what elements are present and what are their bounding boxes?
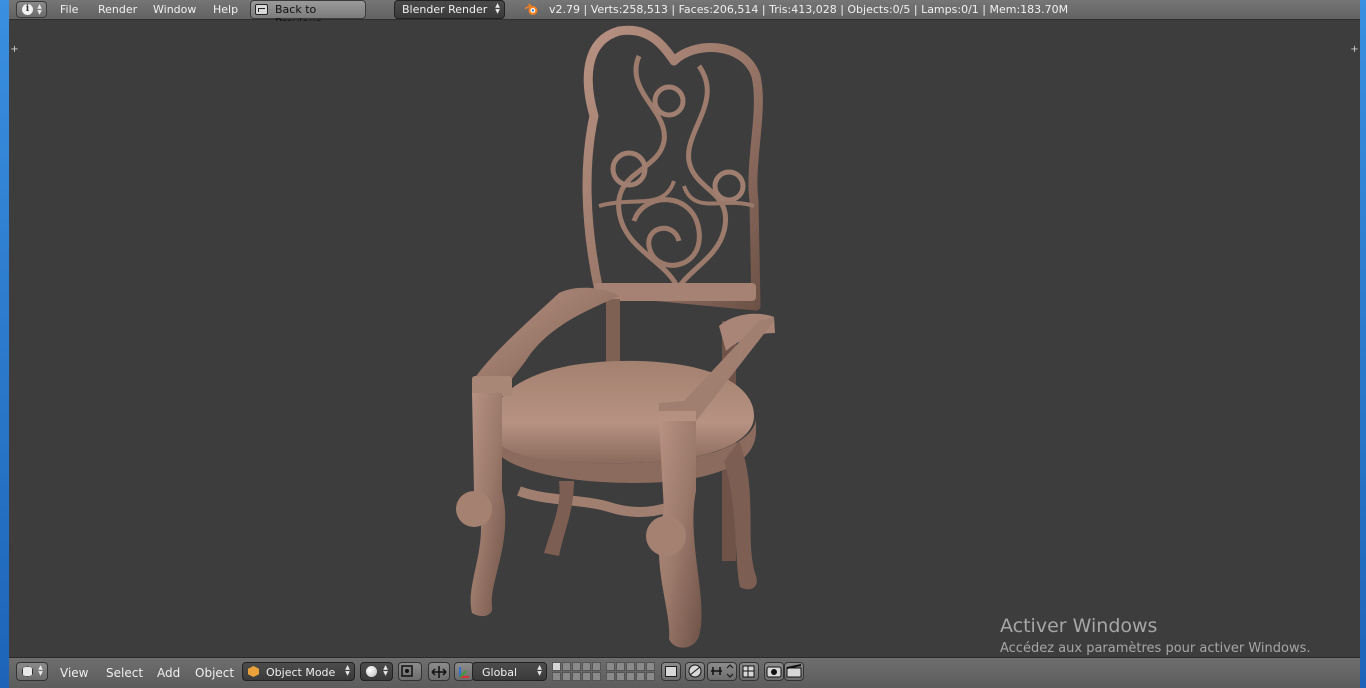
pivot-point-icon (401, 665, 413, 677)
menu-help[interactable]: Help (213, 3, 238, 16)
snap-target-icon (742, 665, 755, 678)
dropdown-arrows-icon: ▲ ▼ (495, 2, 500, 15)
proportional-edit-button[interactable] (685, 662, 705, 681)
transform-orientation-icon (459, 667, 469, 678)
menu-window[interactable]: Window (153, 3, 196, 16)
opengl-render-button[interactable] (764, 662, 784, 681)
interaction-mode-label: Object Mode (266, 666, 336, 679)
transform-orientation-button[interactable] (454, 662, 474, 681)
proportional-edit-icon (688, 664, 702, 678)
snap-select[interactable] (707, 662, 737, 681)
layer-grid-icon[interactable] (552, 662, 601, 681)
3d-viewport[interactable]: + + Activer Windows Accédez aux paramètr… (9, 21, 1360, 657)
info-header: i ▲▼ File Render Window Help Back to Pre… (9, 0, 1360, 29)
pivot-point-select[interactable] (398, 662, 422, 681)
dropdown-arrows-icon: ▲ ▼ (345, 664, 350, 677)
snap-target-button[interactable] (739, 662, 759, 681)
editor-type-button[interactable]: i ▲ ▼ (16, 1, 47, 18)
blender-window: i ▲▼ File Render Window Help Back to Pre… (9, 0, 1360, 688)
transform-orientation-select[interactable]: Global ▲ ▼ (472, 662, 547, 681)
back-icon (255, 4, 268, 15)
layer-grid-icon[interactable] (606, 662, 655, 681)
desktop-background-left (0, 0, 9, 688)
menu-file[interactable]: File (60, 3, 78, 16)
interaction-mode-select[interactable]: Object Mode ▲ ▼ (242, 662, 355, 681)
scene-statistics: v2.79 | Verts:258,513 | Faces:206,514 | … (549, 3, 1069, 16)
activation-watermark-title: Activer Windows (1000, 615, 1158, 637)
desktop-background-right (1360, 0, 1366, 688)
properties-toggle-icon[interactable]: + (1350, 45, 1359, 55)
viewport-shading-select[interactable]: ▲ ▼ (360, 662, 393, 681)
blender-logo-icon (524, 3, 538, 15)
3d-view-icon (22, 666, 33, 677)
menu-view[interactable]: View (60, 666, 88, 680)
menu-render[interactable]: Render (98, 3, 137, 16)
menu-object[interactable]: Object (195, 666, 234, 680)
menu-add[interactable]: Add (157, 666, 180, 680)
manipulator-toggle[interactable] (428, 662, 450, 681)
manipulator-icon (431, 666, 447, 678)
activation-watermark-subtitle: Accédez aux paramètres pour activer Wind… (1000, 641, 1311, 656)
info-icon: i (22, 4, 33, 15)
3d-view-header: ▲ ▼ View Select Add Object Object Mode ▲ ▼… (9, 657, 1360, 688)
menu-select[interactable]: Select (106, 666, 143, 680)
dropdown-arrows-icon: ▲ ▼ (383, 664, 388, 677)
chair-model[interactable] (434, 21, 794, 657)
toolshelf-toggle-icon[interactable]: + (10, 45, 19, 55)
layer-lock-button[interactable] (661, 662, 681, 681)
opengl-animation-icon (786, 664, 802, 678)
layer-lock-icon (665, 666, 677, 677)
opengl-animation-button[interactable] (784, 662, 804, 681)
dropdown-arrows-icon: ▲ ▼ (537, 664, 542, 677)
dropdown-arrows-icon: ▲ ▼ (37, 3, 42, 16)
back-to-previous-button[interactable]: Back to Previous (250, 0, 366, 29)
dropdown-arrows-icon: ▲ ▼ (38, 664, 43, 677)
snap-icon (711, 664, 734, 678)
opengl-render-icon (766, 666, 782, 678)
solid-shading-sphere-icon (366, 666, 377, 677)
render-engine-select[interactable]: Blender Render ▲ ▼ (394, 0, 505, 19)
transform-orientation-label: Global (482, 666, 518, 679)
object-mode-cube-icon (248, 666, 259, 677)
render-engine-label: Blender Render (402, 3, 488, 16)
editor-type-button[interactable]: ▲ ▼ (16, 662, 48, 681)
